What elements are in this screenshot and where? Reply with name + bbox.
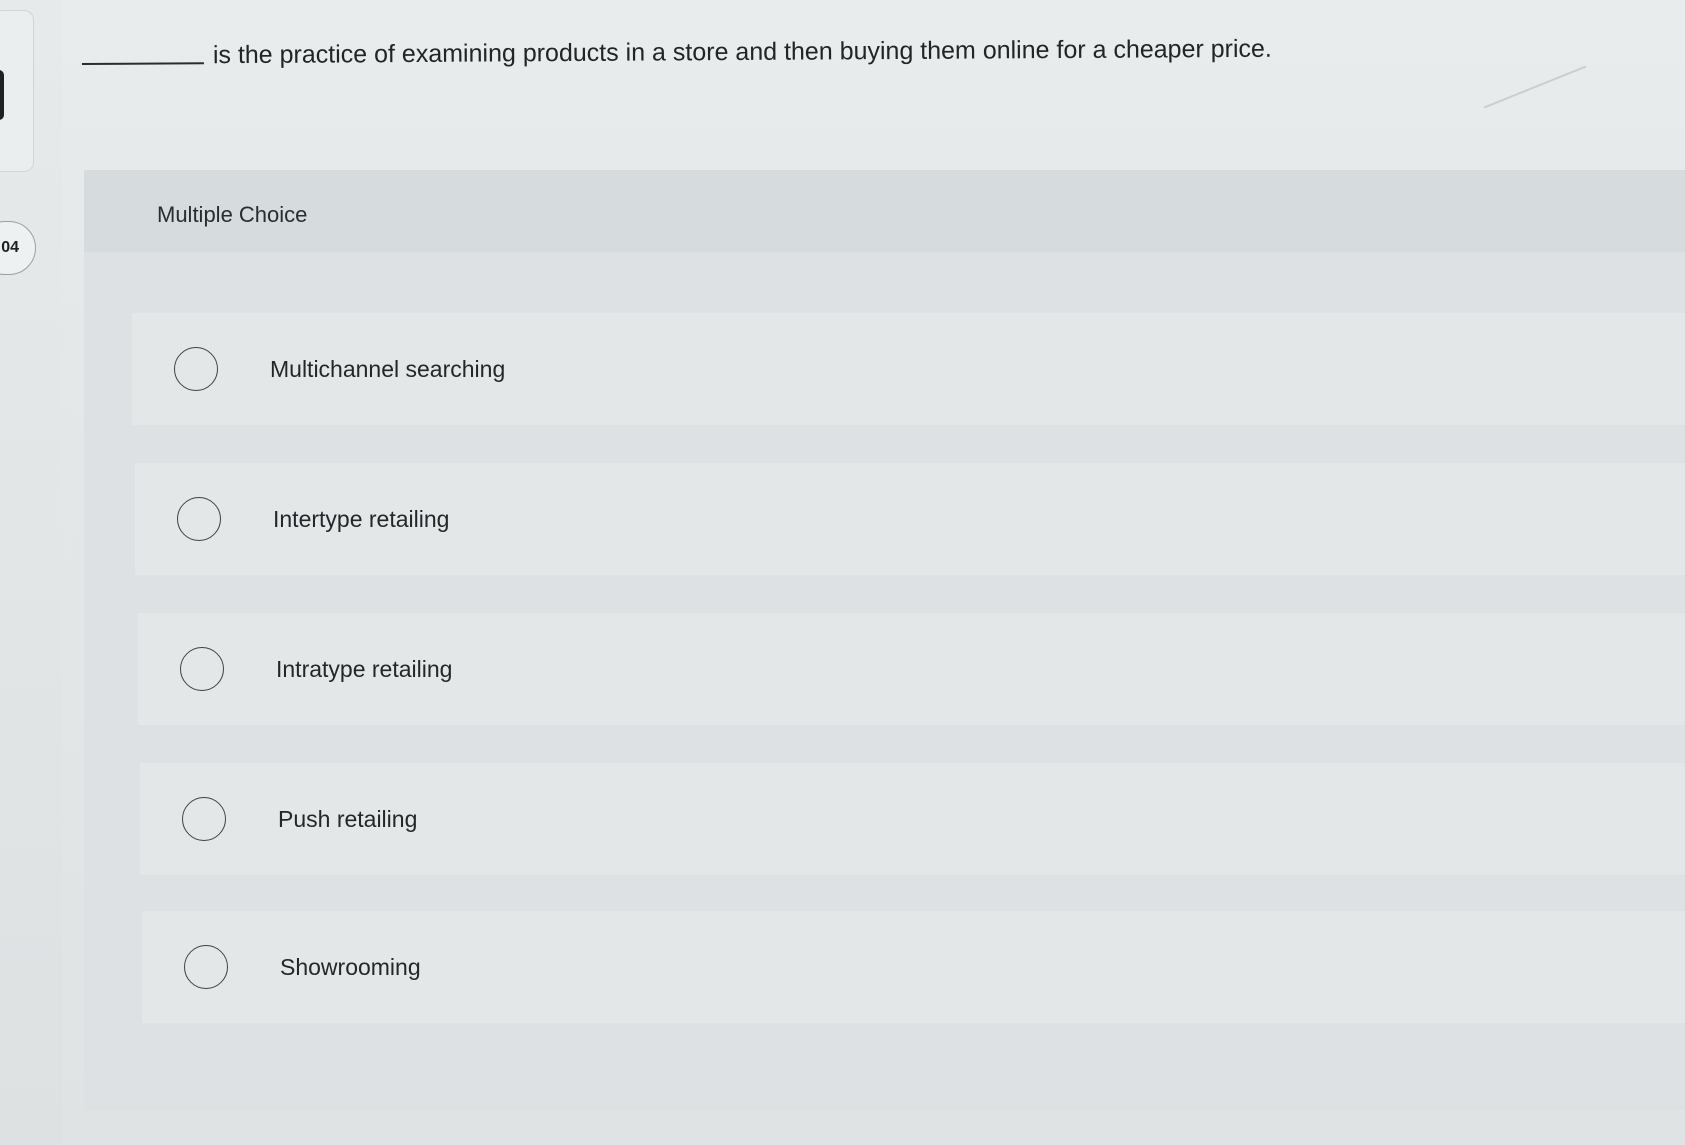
radio-unselected-icon[interactable] [184, 945, 228, 989]
answer-option[interactable]: Showrooming [142, 911, 1685, 1023]
radio-unselected-icon[interactable] [180, 647, 224, 691]
timer-text: :04 [0, 239, 19, 256]
question-type-label: Multiple Choice [157, 202, 308, 227]
answer-option-label: Showrooming [280, 953, 421, 980]
answer-option[interactable]: Push retailing [140, 763, 1685, 875]
screen-scuff [1483, 65, 1587, 109]
radio-unselected-icon[interactable] [182, 797, 226, 841]
answer-option[interactable]: Intertype retailing [135, 463, 1685, 575]
answer-option-label: Intertype retailing [273, 505, 450, 532]
question-text: is the practice of examining products in… [212, 34, 1272, 70]
question-prompt: is the practice of examining products in… [81, 33, 1482, 71]
radio-unselected-icon[interactable] [177, 497, 221, 541]
answer-option-label: Push retailing [278, 805, 418, 832]
nav-indicator [0, 70, 4, 120]
answer-panel-header [84, 170, 1685, 252]
answer-option-label: Multichannel searching [270, 355, 506, 382]
answer-option[interactable]: Intratype retailing [138, 613, 1685, 725]
answer-blank [81, 62, 204, 66]
answer-option[interactable]: Multichannel searching [132, 313, 1685, 425]
radio-unselected-icon[interactable] [174, 347, 218, 391]
answer-option-label: Intratype retailing [276, 655, 453, 682]
question-nav-card[interactable] [0, 10, 34, 172]
